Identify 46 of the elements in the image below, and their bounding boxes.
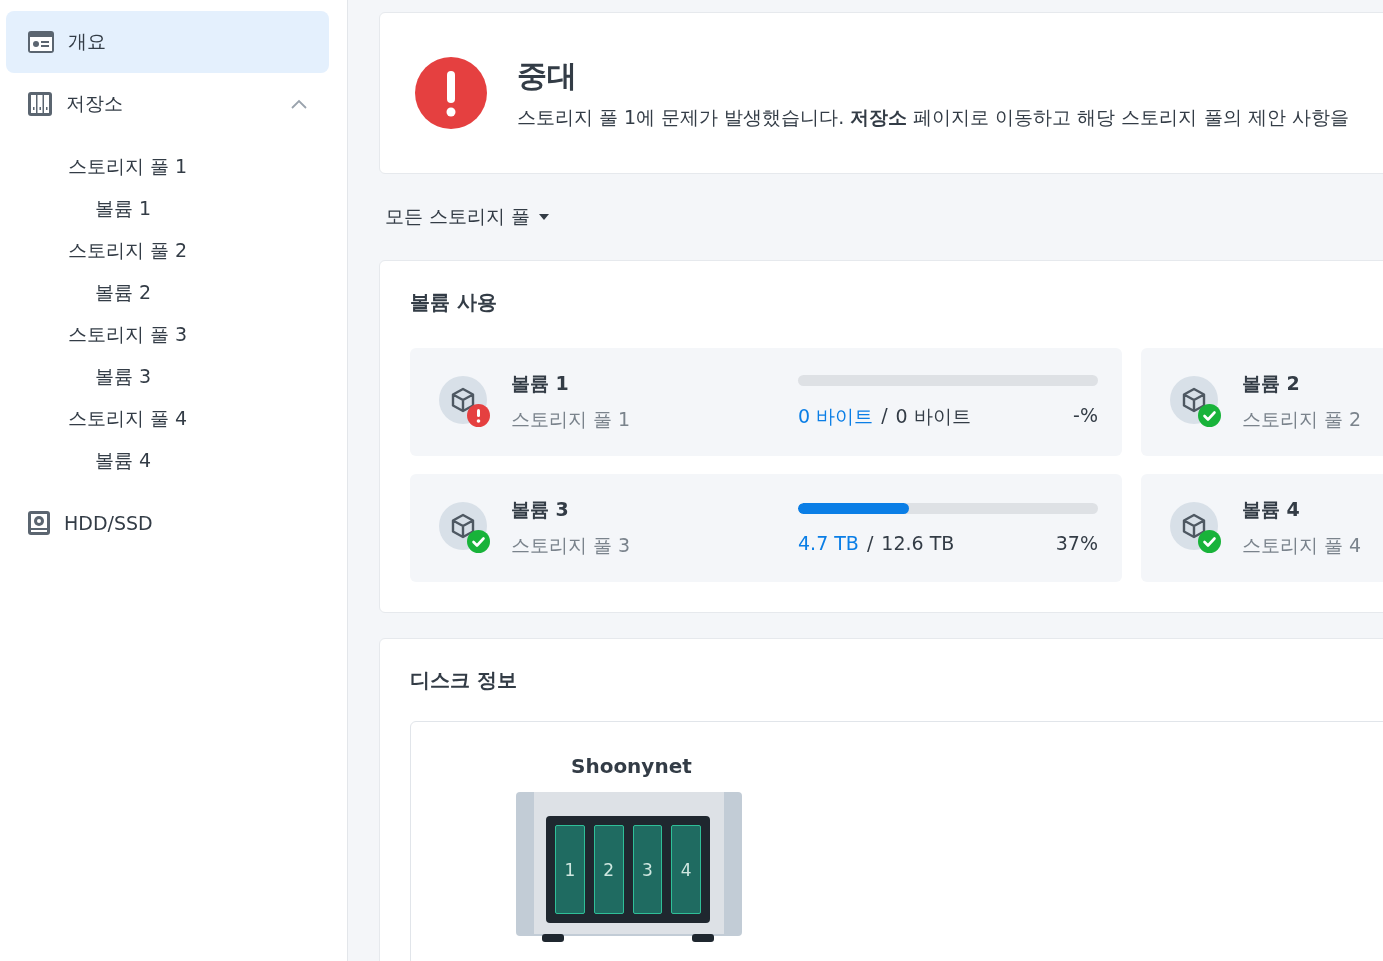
- volume-card[interactable]: 볼륨 2 스토리지 풀 2: [1141, 348, 1383, 456]
- drive-bay[interactable]: 3: [632, 825, 663, 914]
- total-size: 12.6 TB: [881, 531, 955, 554]
- sidebar-item[interactable]: 스토리지 풀 2: [6, 230, 329, 272]
- alert-message: 스토리지 풀 1에 문제가 발생했습니다. 저장소 페이지로 이동하고 해당 스토리지 풀의 제안 사항을: [517, 104, 1349, 130]
- volume-name: 볼륨 3: [511, 497, 570, 522]
- volume-name: 볼륨 2: [1242, 371, 1301, 396]
- total-size: 0 바이트: [895, 403, 971, 429]
- volume-card[interactable]: 볼륨 1 스토리지 풀 1 0 바이트 / 0 바이트 -%: [410, 348, 1122, 456]
- volume-card[interactable]: 볼륨 3 스토리지 풀 3 4.7 TB / 12.6 TB 37%: [410, 474, 1122, 582]
- sidebar-item[interactable]: HDD/SSD: [6, 492, 329, 554]
- volume-name: 볼륨 1: [511, 371, 570, 396]
- alert-icon: [415, 57, 487, 129]
- volume-name: 볼륨 4: [1242, 497, 1301, 522]
- sidebar-item[interactable]: 볼륨 3: [6, 356, 329, 398]
- collapse-caret-icon[interactable]: [291, 99, 307, 109]
- alert-title: 중대: [517, 56, 578, 95]
- sidebar-item[interactable]: 볼륨 1: [6, 188, 329, 230]
- section-title: 디스크 정보: [410, 667, 518, 694]
- used-size: 0 바이트: [798, 403, 874, 429]
- storage-pool-icon: [28, 92, 52, 116]
- id-card-icon: [28, 31, 54, 53]
- sidebar-item[interactable]: 개요: [6, 11, 329, 73]
- pool-name: 스토리지 풀 3: [511, 533, 632, 558]
- separator-slash: /: [866, 531, 874, 554]
- pool-name: 스토리지 풀 1: [511, 407, 632, 432]
- usage-percent: -%: [1073, 403, 1098, 428]
- pool-filter-dropdown[interactable]: 모든 스토리지 풀: [385, 202, 550, 232]
- sidebar-item[interactable]: 볼륨 2: [6, 272, 329, 314]
- sidebar-item[interactable]: 스토리지 풀 4: [6, 398, 329, 440]
- volume-card[interactable]: 볼륨 4 스토리지 풀 4: [1141, 474, 1383, 582]
- pool-name: 스토리지 풀 4: [1242, 533, 1363, 558]
- usage-percent: 37%: [1055, 531, 1098, 554]
- pool-name: 스토리지 풀 2: [1242, 407, 1363, 432]
- sidebar-item[interactable]: 스토리지 풀 1: [6, 146, 329, 188]
- caret-icon: [539, 214, 550, 220]
- section-title: 볼륨 사용: [410, 289, 498, 316]
- drive-bay[interactable]: 4: [671, 825, 701, 914]
- used-size: 4.7 TB: [798, 531, 859, 554]
- device-name: Shoonynet: [571, 754, 693, 778]
- sidebar-item[interactable]: 볼륨 4: [6, 440, 329, 482]
- sidebar-item[interactable]: 저장소: [6, 73, 329, 135]
- separator-slash: /: [881, 403, 888, 428]
- drive-bay[interactable]: 1: [555, 825, 585, 914]
- drive-bay[interactable]: 2: [593, 825, 624, 914]
- sidebar-item[interactable]: 스토리지 풀 3: [6, 314, 329, 356]
